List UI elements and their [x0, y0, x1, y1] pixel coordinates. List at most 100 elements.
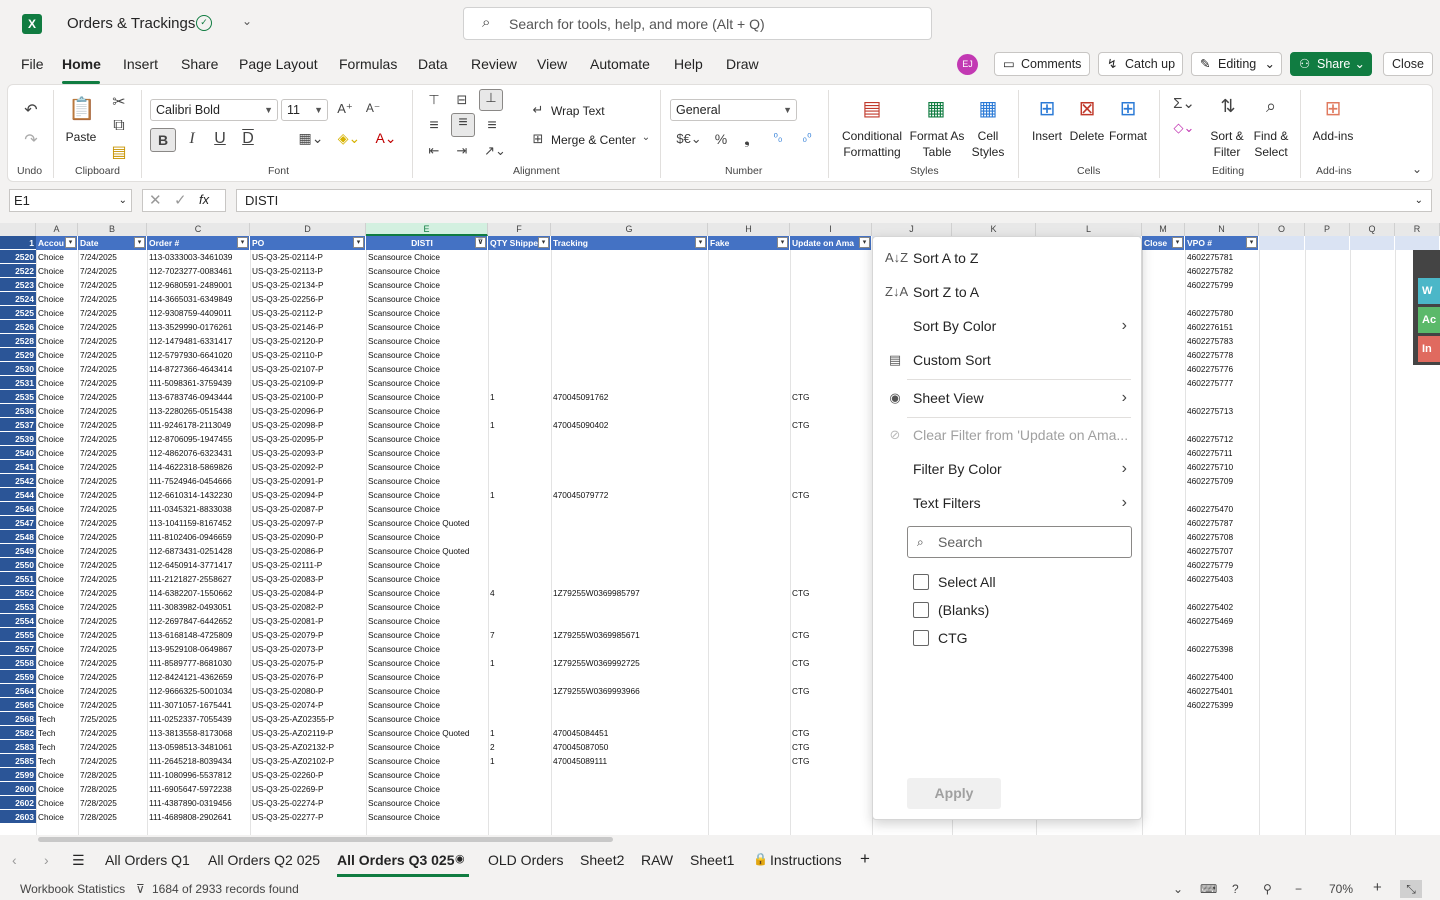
- sort-filter-label[interactable]: Sort &: [1205, 128, 1249, 144]
- table-cell[interactable]: [551, 460, 708, 474]
- table-cell[interactable]: [551, 264, 708, 278]
- filter-dropdown-icon[interactable]: ▾: [134, 237, 145, 248]
- column-header-m[interactable]: M: [1142, 223, 1185, 236]
- table-cell[interactable]: US-Q3-25-02114-P: [250, 250, 366, 264]
- table-cell[interactable]: 4602275707: [1185, 544, 1259, 558]
- table-cell[interactable]: 470045091762: [551, 390, 708, 404]
- table-cell[interactable]: 4602275777: [1185, 376, 1259, 390]
- table-cell[interactable]: Choice: [36, 348, 78, 362]
- table-cell[interactable]: Scansource Choice: [366, 502, 488, 516]
- table-cell[interactable]: 7/24/2025: [78, 348, 147, 362]
- column-header-f[interactable]: F: [488, 223, 551, 236]
- table-cell[interactable]: 7/24/2025: [78, 572, 147, 586]
- decrease-indent-icon[interactable]: ⇤: [425, 143, 443, 159]
- formula-input[interactable]: DISTI ⌄: [236, 189, 1432, 212]
- table-cell[interactable]: 112-9308759-4409011: [147, 306, 250, 320]
- table-cell[interactable]: [790, 642, 872, 656]
- table-cell[interactable]: [488, 348, 551, 362]
- table-cell[interactable]: [551, 376, 708, 390]
- table-cell[interactable]: Choice: [36, 782, 78, 796]
- sheet-tab[interactable]: Sheet2: [580, 852, 624, 868]
- table-cell[interactable]: [1185, 782, 1259, 796]
- table-cell[interactable]: 4602275799: [1185, 278, 1259, 292]
- table-cell[interactable]: CTG: [790, 740, 872, 754]
- table-cell[interactable]: [488, 572, 551, 586]
- table-cell[interactable]: [551, 712, 708, 726]
- table-cell[interactable]: 112-9666325-5001034: [147, 684, 250, 698]
- sheet-view[interactable]: ◉ Sheet View ›: [873, 381, 1141, 415]
- table-cell[interactable]: 7/24/2025: [78, 642, 147, 656]
- table-cell[interactable]: Scansource Choice: [366, 432, 488, 446]
- table-cell[interactable]: [551, 642, 708, 656]
- table-cell[interactable]: Scansource Choice: [366, 530, 488, 544]
- table-cell[interactable]: [551, 810, 708, 824]
- table-cell[interactable]: 7/24/2025: [78, 698, 147, 712]
- row-number[interactable]: 2582: [0, 726, 36, 740]
- table-cell[interactable]: 112-5797930-6641020: [147, 348, 250, 362]
- align-top-icon[interactable]: ⊤: [425, 92, 443, 108]
- help-icon[interactable]: ?: [1232, 882, 1239, 896]
- table-cell[interactable]: Choice: [36, 768, 78, 782]
- table-cell[interactable]: US-Q3-25-AZ02119-P: [250, 726, 366, 740]
- table-cell[interactable]: [551, 558, 708, 572]
- table-cell[interactable]: 1Z79255W0369992725: [551, 656, 708, 670]
- table-cell[interactable]: [551, 796, 708, 810]
- table-cell[interactable]: [488, 544, 551, 558]
- table-cell[interactable]: [790, 670, 872, 684]
- table-cell[interactable]: US-Q3-25-02120-P: [250, 334, 366, 348]
- column-header-a[interactable]: A: [36, 223, 78, 236]
- filter-dropdown-icon[interactable]: ▾: [65, 237, 76, 248]
- table-cell[interactable]: 7/24/2025: [78, 684, 147, 698]
- table-cell[interactable]: 7/24/2025: [78, 390, 147, 404]
- table-cell[interactable]: Scansource Choice: [366, 446, 488, 460]
- table-cell[interactable]: 4602275402: [1185, 600, 1259, 614]
- table-cell[interactable]: 4602275403: [1185, 572, 1259, 586]
- row-number[interactable]: 2544: [0, 488, 36, 502]
- apply-button[interactable]: Apply: [907, 778, 1001, 809]
- table-cell[interactable]: 1: [488, 754, 551, 768]
- table-cell[interactable]: [790, 348, 872, 362]
- table-cell[interactable]: Scansource Choice: [366, 572, 488, 586]
- table-cell[interactable]: [551, 530, 708, 544]
- table-cell[interactable]: 4602276151: [1185, 320, 1259, 334]
- sheet-tab[interactable]: All Orders Q1: [105, 852, 190, 868]
- table-cell[interactable]: Choice: [36, 656, 78, 670]
- copy-icon[interactable]: ⧉: [110, 117, 128, 135]
- table-cell[interactable]: 113-9529108-0649867: [147, 642, 250, 656]
- select-all-corner[interactable]: [0, 223, 36, 236]
- table-cell[interactable]: US-Q3-25-02098-P: [250, 418, 366, 432]
- menu-home[interactable]: Home: [62, 56, 101, 72]
- row-number[interactable]: 2564: [0, 684, 36, 698]
- row-number[interactable]: 2565: [0, 698, 36, 712]
- side-panel-item[interactable]: In: [1418, 336, 1440, 362]
- fill-color-icon[interactable]: ◈⌄: [333, 130, 365, 147]
- table-cell[interactable]: Choice: [36, 502, 78, 516]
- table-cell[interactable]: 113-6168148-4725809: [147, 628, 250, 642]
- table-cell[interactable]: [790, 796, 872, 810]
- table-cell[interactable]: 4602275710: [1185, 460, 1259, 474]
- row-number[interactable]: 2558: [0, 656, 36, 670]
- format-cells-button[interactable]: Format: [1106, 128, 1150, 144]
- table-cell[interactable]: Tech: [36, 726, 78, 740]
- table-cell[interactable]: 7/24/2025: [78, 740, 147, 754]
- menu-page-layout[interactable]: Page Layout: [239, 56, 318, 72]
- table-cell[interactable]: 112-1479481-6331417: [147, 334, 250, 348]
- table-cell[interactable]: [551, 698, 708, 712]
- table-cell[interactable]: [790, 810, 872, 824]
- table-cell[interactable]: [488, 558, 551, 572]
- table-cell[interactable]: [551, 432, 708, 446]
- table-cell[interactable]: [488, 306, 551, 320]
- table-cell[interactable]: [551, 404, 708, 418]
- table-cell[interactable]: 470045090402: [551, 418, 708, 432]
- row-number[interactable]: 2553: [0, 600, 36, 614]
- column-header-e[interactable]: E: [366, 223, 488, 236]
- table-cell[interactable]: 4602275400: [1185, 670, 1259, 684]
- table-cell[interactable]: 7/28/2025: [78, 768, 147, 782]
- table-cell[interactable]: 111-6905647-5972238: [147, 782, 250, 796]
- table-cell[interactable]: 1Z79255W0369993966: [551, 684, 708, 698]
- table-cell[interactable]: 7/24/2025: [78, 726, 147, 740]
- table-cell[interactable]: 114-3665031-6349849: [147, 292, 250, 306]
- table-cell[interactable]: Tech: [36, 754, 78, 768]
- table-header-cell[interactable]: PO ▾: [250, 236, 366, 250]
- wrap-text-icon[interactable]: ↵: [530, 102, 546, 118]
